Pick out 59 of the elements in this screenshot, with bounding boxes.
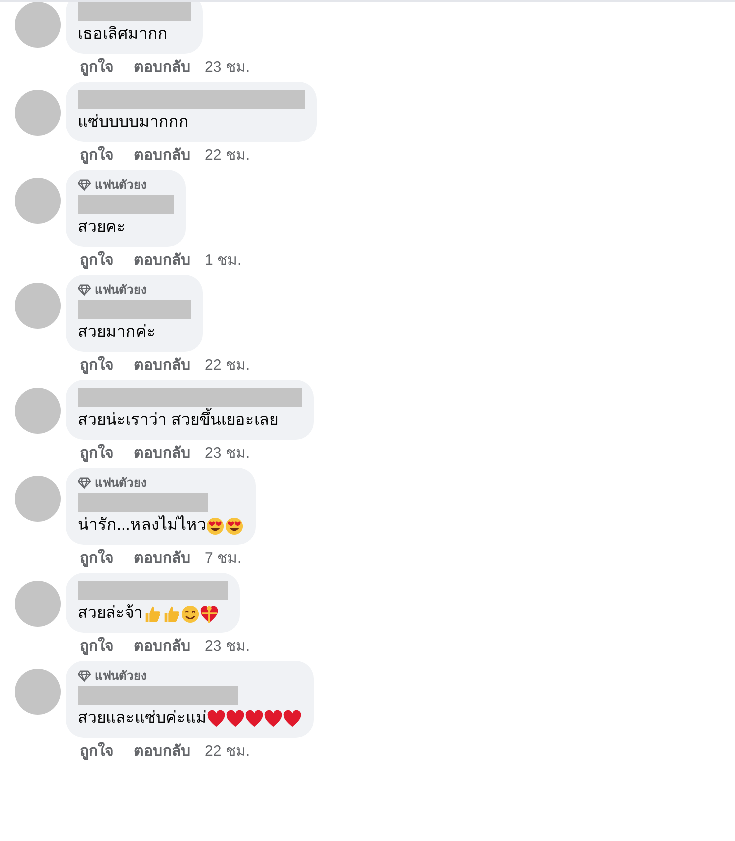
comment-text: แซ่บบบบมากกก [78,113,189,133]
comment-text: น่ารัก...หลงไม่ไหว [78,515,206,536]
comment-text: สวยและแซ่บค่ะแม่ [78,709,207,729]
diamond-icon [78,179,91,191]
comment-time[interactable]: 23 ชม. [205,444,250,464]
avatar[interactable] [15,2,61,48]
smiling-emoji-icon [181,604,200,624]
comment-text: สวยล่ะจ้า [78,604,143,624]
thumbs-up-emoji-icon [143,604,162,624]
heart-emoji-icon [245,710,264,728]
heart-emoji-icon [207,710,226,728]
avatar[interactable] [15,581,61,627]
like-link[interactable]: ถูกใจ [80,637,114,657]
heart-emoji-icon [226,710,245,728]
avatar[interactable] [15,388,61,434]
thumbs-up-emoji-icon [162,604,181,624]
like-link[interactable]: ถูกใจ [80,146,114,166]
reply-link[interactable]: ตอบกลับ [134,637,191,657]
reply-link[interactable]: ตอบกลับ [134,356,191,376]
reply-link[interactable]: ตอบกลับ [134,251,191,271]
reply-link[interactable]: ตอบกลับ [134,742,191,762]
comment-time[interactable]: 22 ชม. [205,742,250,762]
diamond-icon [78,284,91,296]
top-fan-label: แฟนตัวยง [95,283,147,297]
comment-time[interactable]: 23 ชม. [205,58,250,78]
like-link[interactable]: ถูกใจ [80,549,114,569]
avatar[interactable] [15,178,61,224]
reply-link[interactable]: ตอบกลับ [134,444,191,464]
comment-time[interactable]: 7 ชม. [205,549,242,569]
comment-time[interactable]: 22 ชม. [205,146,250,166]
heart-emoji-icon [264,710,283,728]
comment-time[interactable]: 23 ชม. [205,637,250,657]
diamond-icon [78,670,91,682]
like-link[interactable]: ถูกใจ [80,444,114,464]
heart-emoji-icon [283,710,302,728]
comment-time[interactable]: 22 ชม. [205,356,250,376]
avatar[interactable] [15,669,61,715]
comment-text: เธอเลิศมากก [78,25,168,45]
like-link[interactable]: ถูกใจ [80,251,114,271]
gift-heart-emoji-icon [200,604,219,624]
like-link[interactable]: ถูกใจ [80,742,114,762]
top-fan-label: แฟนตัวยง [95,669,147,683]
avatar[interactable] [15,90,61,136]
heart-eyes-emoji-icon [206,516,226,536]
comment-time[interactable]: 1 ชม. [205,251,242,271]
like-link[interactable]: ถูกใจ [80,356,114,376]
heart-eyes-emoji-icon [225,516,244,536]
comment-text: สวยคะ [78,218,126,238]
avatar[interactable] [15,476,61,522]
comment-text: สวยน่ะเราว่า สวยขึ้นเยอะเลย [78,410,278,432]
reply-link[interactable]: ตอบกลับ [134,58,191,78]
like-link[interactable]: ถูกใจ [80,58,114,78]
reply-link[interactable]: ตอบกลับ [134,549,191,569]
reply-link[interactable]: ตอบกลับ [134,146,191,166]
top-fan-label: แฟนตัวยง [95,178,147,192]
comment-text: สวยมากค่ะ [78,323,156,343]
top-fan-label: แฟนตัวยง [95,476,147,490]
diamond-icon [78,477,91,489]
avatar[interactable] [15,283,61,329]
